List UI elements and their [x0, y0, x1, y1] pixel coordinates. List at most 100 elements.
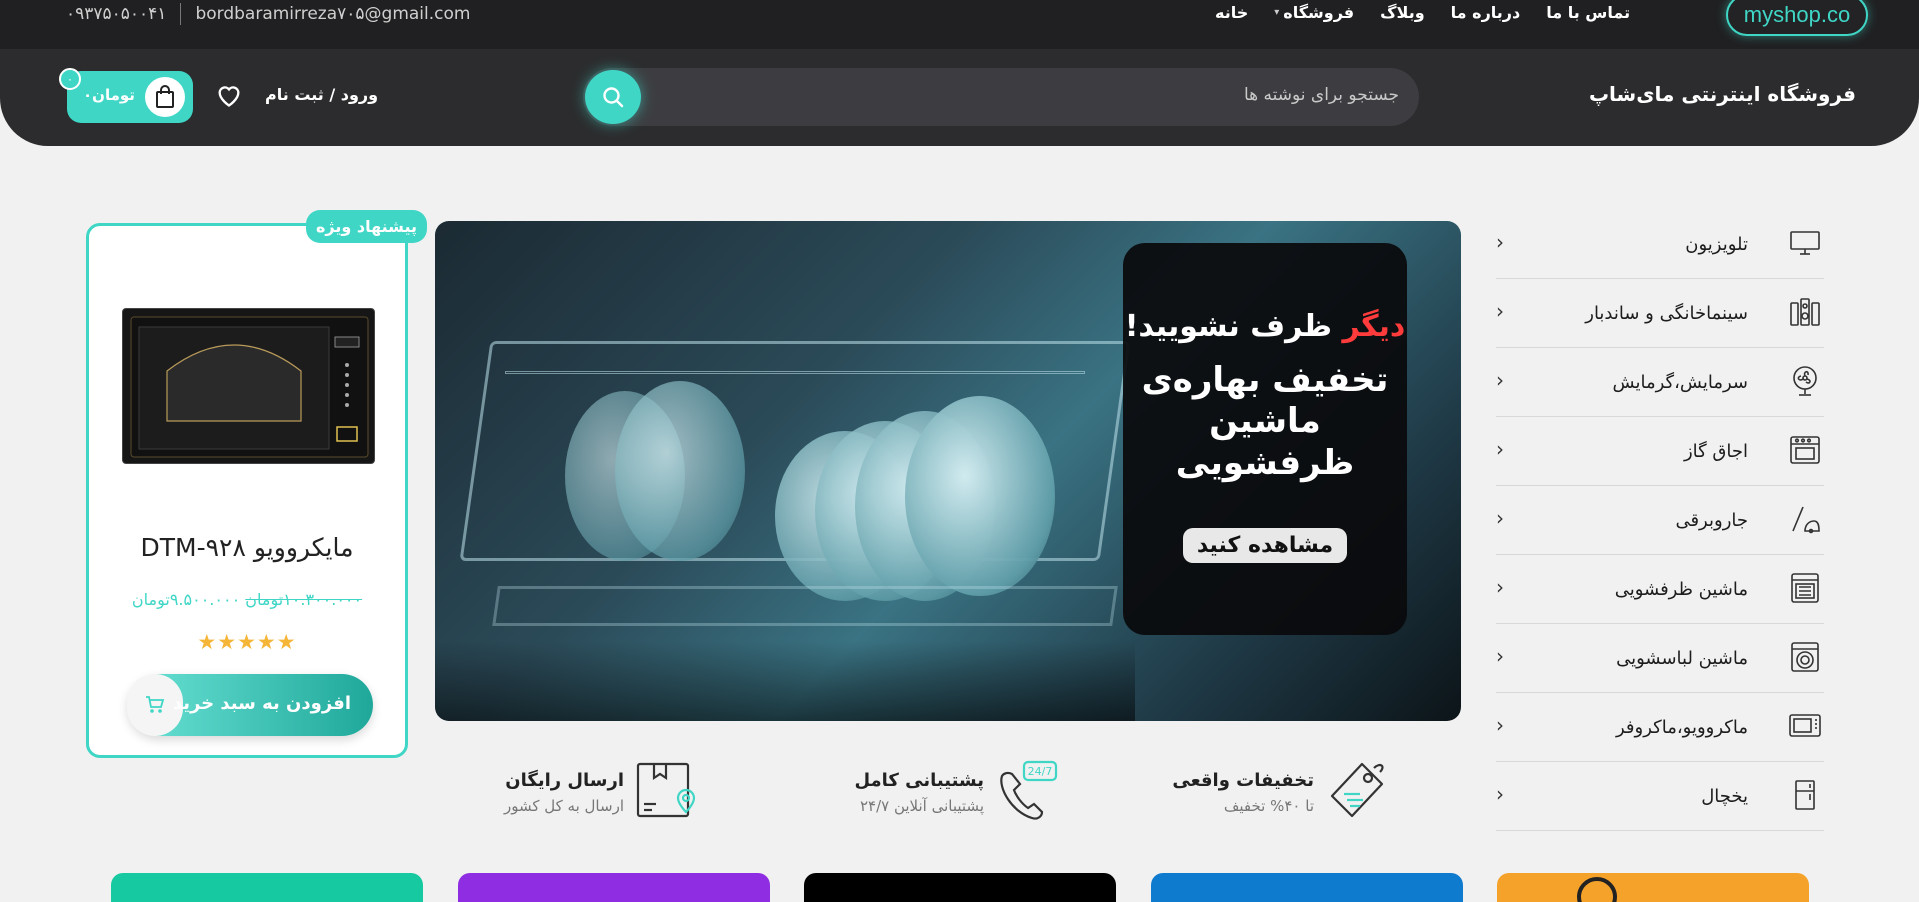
product-image-microwave[interactable]: [122, 308, 375, 464]
plate: [905, 396, 1055, 596]
nav-item-shop-label: فروشگاه: [1283, 3, 1355, 22]
dish-rack: [505, 371, 1085, 374]
dish-rack: [492, 586, 1118, 626]
chevron-left-icon: ‹: [1496, 368, 1504, 392]
search-button[interactable]: [585, 70, 641, 124]
category-label: ماکروویو،ماکروفر: [1616, 717, 1748, 738]
chevron-left-icon: ‹: [1496, 230, 1504, 254]
nav-item-contact[interactable]: تماس با ما: [1546, 3, 1630, 22]
view-offer-button[interactable]: مشاهده کنید: [1182, 528, 1348, 564]
promo-line-2: تخفیف بهاره‌ی: [1141, 360, 1389, 400]
chevron-left-icon: ‹: [1496, 713, 1504, 737]
shopping-bag-icon: [145, 77, 185, 117]
fridge-icon: [1788, 778, 1822, 812]
chevron-left-icon: ‹: [1496, 437, 1504, 461]
new-price: ۹.۵۰۰.۰۰۰تومان: [131, 590, 241, 609]
svg-text:24/7: 24/7: [1028, 765, 1053, 778]
star-icon: ★: [217, 630, 238, 654]
promo-headline: دیگر ظرف نشویید!: [1123, 309, 1407, 344]
chevron-left-icon: ‹: [1496, 644, 1504, 668]
category-label: اجاق گاز: [1683, 441, 1748, 462]
category-label: یخچال: [1701, 786, 1748, 807]
email-address[interactable]: bordbaramirreza۷۰۵@gmail.com: [195, 4, 470, 24]
nav-item-home[interactable]: خانه: [1215, 3, 1248, 22]
category-tile[interactable]: [804, 873, 1116, 902]
category-item-dishwasher[interactable]: ماشین ظرفشویی ‹: [1496, 555, 1824, 624]
category-item-fridge[interactable]: یخچال ‹: [1496, 762, 1824, 831]
tv-icon: [1788, 226, 1822, 260]
feature-title: پشتیبانی کامل: [854, 770, 984, 791]
divider: [180, 3, 182, 25]
washing-machine-icon: [1788, 640, 1822, 674]
star-icon: ★: [276, 630, 297, 654]
special-offer-badge: پیشنهاد ویژه: [305, 210, 427, 243]
feature-support: 24/7 پشتیبانی کامل پشتیبانی آنلاین ۲۴/۷: [820, 758, 1060, 828]
promo-line-3: ماشین ظرفشویی: [1175, 401, 1355, 483]
category-label: تلویزیون: [1685, 234, 1748, 255]
product-name[interactable]: مایکروویو DTM-۹۲۸: [89, 533, 405, 562]
nav-item-blog[interactable]: وبلاگ: [1380, 3, 1424, 22]
star-icon: ★: [256, 630, 277, 654]
category-label: جاروبرقی: [1675, 510, 1748, 531]
category-item-tv[interactable]: تلویزیون ‹: [1496, 210, 1824, 279]
category-tile[interactable]: [1151, 873, 1463, 902]
nav-item-about[interactable]: درباره ما: [1451, 3, 1521, 22]
chevron-left-icon: ‹: [1496, 782, 1504, 806]
category-item-vacuum[interactable]: جاروبرقی ‹: [1496, 486, 1824, 555]
contact-info: ۰۹۳۷۵۰۵۰۰۴۱ bordbaramirreza۷۰۵@gmail.com: [66, 2, 470, 26]
chevron-down-icon: ▾: [1274, 7, 1280, 18]
chevron-left-icon: ‹: [1496, 506, 1504, 530]
cart-button[interactable]: ۰تومان ۰: [59, 68, 193, 123]
category-tile[interactable]: [111, 873, 423, 902]
chevron-left-icon: ‹: [1496, 299, 1504, 323]
category-label: سینماخانگی و ساندبار: [1585, 303, 1748, 324]
feature-subtitle: ارسال به کل کشور: [504, 797, 624, 815]
star-icon: ★: [197, 630, 218, 654]
category-list: تلویزیون ‹ سینماخانگی و ساندبار ‹ سرمایش…: [1496, 210, 1824, 831]
product-price: ۱۰.۳۰۰.۰۰۰تومان ۹.۵۰۰.۰۰۰تومان: [89, 590, 405, 609]
stove-icon: [1788, 433, 1822, 467]
fan-icon: [1788, 364, 1822, 398]
discount-tag-icon: [1322, 758, 1390, 826]
category-item-gas-stove[interactable]: اجاق گاز ‹: [1496, 417, 1824, 486]
login-register-link[interactable]: ورود / ثبت نام: [265, 85, 378, 104]
feature-discounts: تخفیفات واقعی تا ۴۰% تخفیف: [1172, 758, 1390, 828]
category-tile[interactable]: [1497, 873, 1809, 902]
delivery-box-icon: [632, 758, 700, 826]
search-bar[interactable]: جستجو برای نوشته ها: [583, 68, 1419, 126]
category-item-washing-machine[interactable]: ماشین لباسشویی ‹: [1496, 624, 1824, 693]
store-name[interactable]: فروشگاه اینترنتی مای‌شاپ: [1589, 82, 1856, 106]
add-to-cart-button[interactable]: افزودن به سبد خرید: [127, 674, 373, 736]
support-247-icon: 24/7: [992, 758, 1060, 826]
feature-subtitle: پشتیبانی آنلاین ۲۴/۷: [859, 797, 984, 815]
phone-number[interactable]: ۰۹۳۷۵۰۵۰۰۴۱: [66, 4, 166, 24]
search-input[interactable]: جستجو برای نوشته ها: [1244, 85, 1399, 105]
nav-item-shop[interactable]: فروشگاه ▾: [1274, 3, 1354, 22]
feature-title: ارسال رایگان: [505, 770, 624, 791]
feature-subtitle: تا ۴۰% تخفیف: [1223, 797, 1314, 815]
site-logo[interactable]: myshop.co: [1726, 0, 1868, 36]
promo-subheadline: تخفیف بهاره‌ی ماشین ظرفشویی: [1123, 360, 1407, 484]
special-offer-card[interactable]: پیشنهاد ویژه مایکروویو DTM-۹۲۸ ۱۰.۳۰۰.۰۰…: [86, 210, 427, 758]
cart-amount: ۰تومان: [83, 86, 135, 104]
wishlist-heart-icon[interactable]: [215, 82, 243, 112]
add-to-cart-label: افزودن به سبد خرید: [172, 693, 351, 714]
feature-title: تخفیفات واقعی: [1172, 770, 1314, 791]
category-item-microwave[interactable]: ماکروویو،ماکروفر ‹: [1496, 693, 1824, 762]
hero-banner[interactable]: دیگر ظرف نشویید! تخفیف بهاره‌ی ماشین ظرفش…: [435, 221, 1461, 721]
feature-free-shipping: ارسال رایگان ارسال به کل کشور: [490, 758, 700, 828]
category-label: ماشین لباسشویی: [1616, 648, 1748, 669]
old-price: ۱۰.۳۰۰.۰۰۰تومان: [245, 590, 363, 609]
category-label: سرمایش،گرمایش: [1612, 372, 1749, 393]
vacuum-icon: [1788, 502, 1822, 536]
plate: [615, 381, 745, 561]
dishwasher-floor: [435, 641, 1135, 721]
category-item-cooling-heating[interactable]: سرمایش،گرمایش ‹: [1496, 348, 1824, 417]
category-item-home-theater[interactable]: سینماخانگی و ساندبار ‹: [1496, 279, 1824, 348]
cart-count-badge: ۰: [59, 68, 81, 90]
category-tile[interactable]: [458, 873, 770, 902]
category-label: ماشین ظرفشویی: [1614, 579, 1748, 600]
banner-photo: [435, 221, 1135, 721]
site-header: ۰۹۳۷۵۰۵۰۰۴۱ bordbaramirreza۷۰۵@gmail.com…: [0, 0, 1919, 146]
tile-product-image: [1577, 877, 1617, 902]
